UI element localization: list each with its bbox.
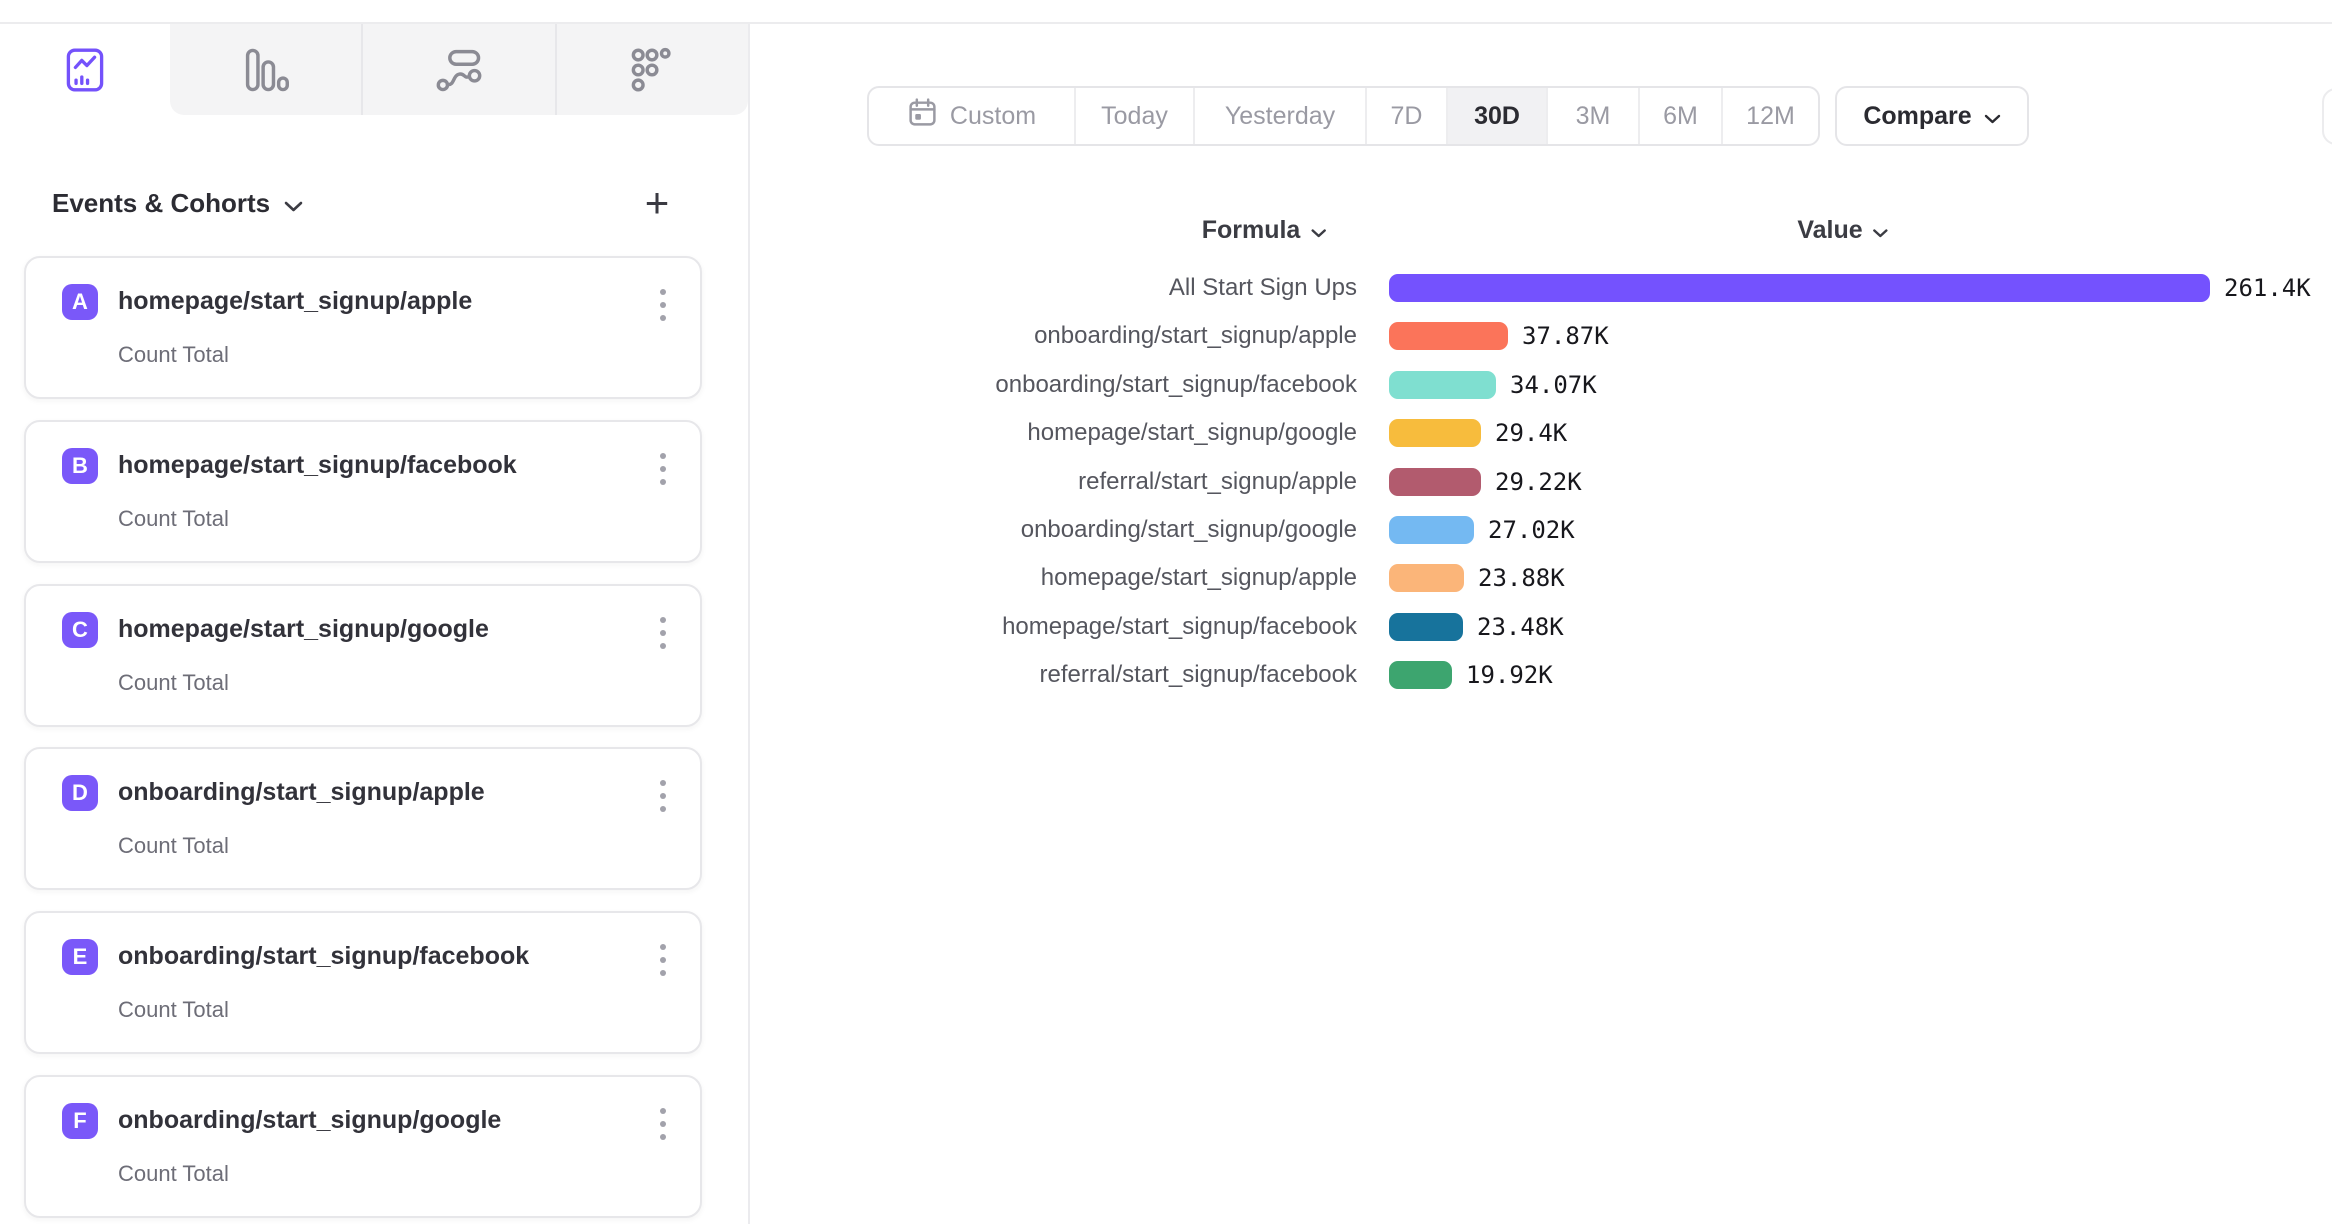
line-chart-icon [62, 47, 108, 93]
chart-row: referral/start_signup/apple 29.22K [0, 468, 2332, 496]
series-label: onboarding/start_signup/apple [700, 322, 1357, 350]
event-name[interactable]: onboarding/start_signup/facebook [118, 942, 529, 971]
series-bar[interactable] [1389, 419, 1481, 447]
clipped-right-button[interactable] [2322, 88, 2332, 145]
range-label: 6M [1663, 102, 1698, 131]
kebab-menu-icon[interactable] [656, 776, 670, 816]
series-bar[interactable] [1389, 564, 1464, 592]
series-label: onboarding/start_signup/google [700, 516, 1357, 544]
series-value: 23.88K [1478, 564, 1565, 592]
flows-squiggle-icon [436, 47, 482, 93]
range-label: 7D [1391, 102, 1423, 131]
range-12m[interactable]: 12M [1721, 88, 1818, 144]
calendar-icon [907, 97, 938, 135]
event-card[interactable]: C homepage/start_signup/google Count Tot… [24, 584, 702, 727]
series-bar[interactable] [1389, 468, 1481, 496]
range-label: 12M [1746, 102, 1795, 131]
value-column-header[interactable]: Value [1797, 214, 1888, 246]
range-7d[interactable]: 7D [1365, 88, 1446, 144]
series-value: 261.4K [2224, 274, 2311, 302]
event-metric[interactable]: Count Total [118, 833, 229, 859]
series-label: referral/start_signup/apple [700, 468, 1357, 496]
event-letter-badge: F [62, 1103, 98, 1139]
chart-row: onboarding/start_signup/facebook 34.07K [0, 371, 2332, 399]
series-value: 27.02K [1488, 516, 1575, 544]
chart-row: homepage/start_signup/facebook 23.48K [0, 613, 2332, 641]
range-label: Today [1101, 102, 1168, 131]
chart-row: homepage/start_signup/google 29.4K [0, 419, 2332, 447]
series-value: 23.48K [1477, 613, 1564, 641]
events-cohorts-dropdown[interactable]: Events & Cohorts [52, 186, 303, 220]
formula-column-header[interactable]: Formula [1202, 214, 1327, 246]
tab-bar-report[interactable] [170, 24, 361, 115]
series-value: 34.07K [1510, 371, 1597, 399]
dots-grid-icon [629, 47, 675, 93]
compare-label: Compare [1863, 102, 1971, 131]
range-yesterday[interactable]: Yesterday [1193, 88, 1365, 144]
event-metric[interactable]: Count Total [118, 1161, 229, 1187]
formula-label: Formula [1202, 216, 1301, 245]
chart-row: onboarding/start_signup/google 27.02K [0, 516, 2332, 544]
event-card[interactable]: F onboarding/start_signup/google Count T… [24, 1075, 702, 1218]
series-value: 29.22K [1495, 468, 1582, 496]
series-label: All Start Sign Ups [700, 274, 1357, 302]
series-label: onboarding/start_signup/facebook [700, 371, 1357, 399]
event-card[interactable]: E onboarding/start_signup/facebook Count… [24, 911, 702, 1054]
value-label: Value [1797, 216, 1862, 245]
series-value: 19.92K [1466, 661, 1553, 689]
chevron-down-icon [1310, 216, 1326, 245]
series-label: homepage/start_signup/google [700, 419, 1357, 447]
series-bar[interactable] [1389, 274, 2210, 302]
tab-flows[interactable] [361, 24, 554, 115]
range-label: Custom [950, 102, 1036, 131]
chart-row: homepage/start_signup/apple 23.88K [0, 564, 2332, 592]
kebab-menu-icon[interactable] [656, 940, 670, 980]
kebab-menu-icon[interactable] [656, 1104, 670, 1144]
chart-row: All Start Sign Ups 261.4K [0, 274, 2332, 302]
event-name[interactable]: onboarding/start_signup/apple [118, 778, 485, 807]
series-bar[interactable] [1389, 613, 1463, 641]
series-label: homepage/start_signup/facebook [700, 613, 1357, 641]
event-metric[interactable]: Count Total [118, 997, 229, 1023]
event-letter-badge: D [62, 775, 98, 811]
range-6m[interactable]: 6M [1638, 88, 1721, 144]
compare-button[interactable]: Compare [1835, 86, 2029, 146]
plus-icon: + [645, 179, 670, 227]
range-label: Yesterday [1225, 102, 1335, 131]
range-today[interactable]: Today [1074, 88, 1193, 144]
event-letter-badge: E [62, 939, 98, 975]
insights-report-page: Events & Cohorts + A homepage/start_sign… [0, 0, 2332, 1224]
range-label: 3M [1576, 102, 1611, 131]
series-bar[interactable] [1389, 516, 1474, 544]
series-bar[interactable] [1389, 322, 1508, 350]
bar-chart-icon [243, 47, 289, 93]
range-custom[interactable]: Custom [869, 88, 1074, 144]
inactive-tabs-strip [170, 24, 748, 115]
series-bar[interactable] [1389, 371, 1496, 399]
range-3m[interactable]: 3M [1546, 88, 1638, 144]
chart-row: referral/start_signup/facebook 19.92K [0, 661, 2332, 689]
series-label: homepage/start_signup/apple [700, 564, 1357, 592]
add-event-button[interactable]: + [632, 178, 682, 228]
range-label: 30D [1474, 102, 1520, 131]
event-name[interactable]: onboarding/start_signup/google [118, 1106, 501, 1135]
range-30d[interactable]: 30D [1446, 88, 1546, 144]
series-bar[interactable] [1389, 661, 1452, 689]
chart-type-tabbar [0, 24, 748, 115]
chart-row: onboarding/start_signup/apple 37.87K [0, 322, 2332, 350]
series-value: 29.4K [1495, 419, 1567, 447]
chevron-down-icon [284, 188, 303, 219]
events-cohorts-title: Events & Cohorts [52, 188, 270, 219]
series-label: referral/start_signup/facebook [700, 661, 1357, 689]
event-card[interactable]: D onboarding/start_signup/apple Count To… [24, 747, 702, 890]
chevron-down-icon [1984, 102, 2001, 131]
date-range-group: Custom Today Yesterday 7D 30D 3M 6M 12M [867, 86, 1820, 146]
tab-retention[interactable] [555, 24, 748, 115]
chevron-down-icon [1873, 216, 1889, 245]
tab-insights[interactable] [0, 24, 170, 115]
series-value: 37.87K [1522, 322, 1609, 350]
